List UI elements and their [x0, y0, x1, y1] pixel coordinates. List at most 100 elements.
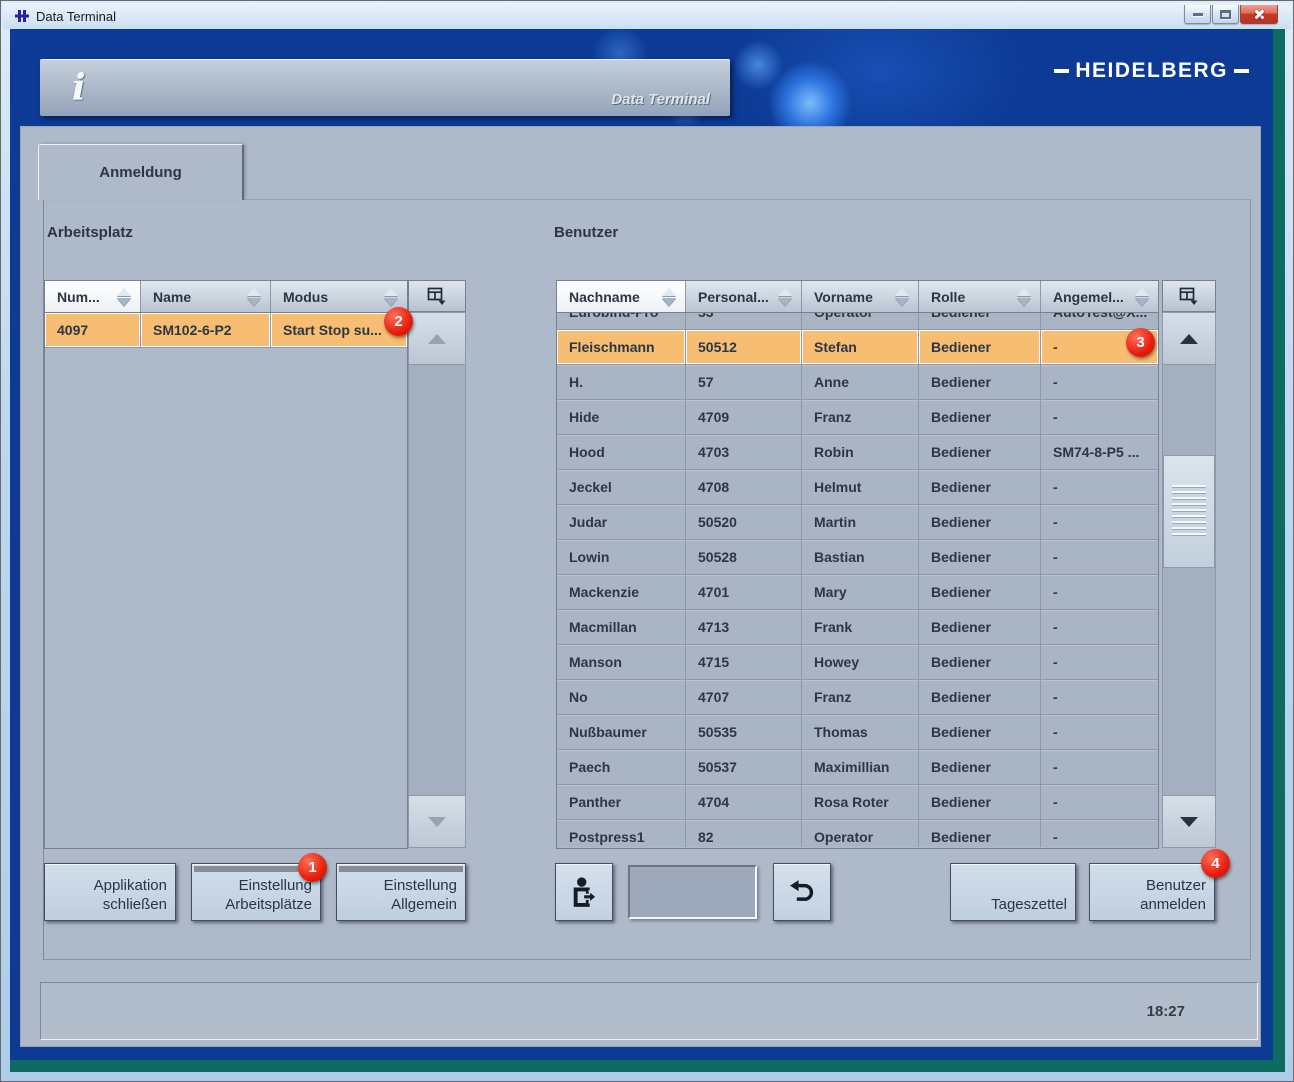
undo-button[interactable] [773, 863, 831, 921]
sort-icon [384, 288, 398, 306]
cell: Howey [802, 645, 919, 680]
scroll-down-button[interactable] [1162, 795, 1216, 848]
arrow-down-icon [428, 817, 446, 827]
cell: - [1041, 820, 1158, 847]
cell: Bediener [919, 435, 1041, 470]
notification-badge-3: 3 [1126, 328, 1155, 357]
table-row[interactable]: Mackenzie4701MaryBediener- [557, 575, 1158, 610]
user-logout-icon [568, 876, 600, 908]
heidelberg-h-icon [15, 9, 29, 23]
cell: - [1041, 365, 1158, 400]
cell: Helmut [802, 470, 919, 505]
close-button[interactable] [1240, 5, 1278, 24]
cell: 57 [686, 365, 802, 400]
column-chooser-button[interactable] [1162, 280, 1216, 312]
cell: - [1041, 470, 1158, 505]
cell: - [1041, 610, 1158, 645]
sort-icon [778, 288, 792, 306]
cell: 4707 [686, 680, 802, 715]
cell: Hide [557, 400, 686, 435]
column-header[interactable]: Num... [45, 281, 141, 312]
benutzer-anmelden-button[interactable]: Benutzer anmelden [1089, 863, 1215, 921]
table-row[interactable]: Macmillan4713FrankBediener- [557, 610, 1158, 645]
cell: Bediener [919, 505, 1041, 540]
app-header: i Data Terminal HEIDELBERG [10, 29, 1273, 126]
close-icon [1253, 9, 1266, 20]
cell: Bediener [919, 365, 1041, 400]
user-logout-button[interactable] [555, 863, 613, 921]
table-row[interactable]: Panther4704Rosa RoterBediener- [557, 785, 1158, 820]
cell: 82 [686, 820, 802, 847]
arrow-down-icon [1180, 817, 1198, 827]
cell: Judar [557, 505, 686, 540]
cell: Rosa Roter [802, 785, 919, 820]
table-row[interactable]: Jeckel4708HelmutBediener- [557, 470, 1158, 505]
column-chooser-icon [426, 286, 448, 306]
applikation-schliessen-button[interactable]: Applikation schließen [44, 863, 176, 921]
benutzer-label: Benutzer [554, 224, 618, 241]
table-row[interactable]: Lowin50528BastianBediener- [557, 540, 1158, 575]
cell: Frank [802, 610, 919, 645]
table-row[interactable]: Judar50520MartinBediener- [557, 505, 1158, 540]
column-header[interactable]: Vorname [802, 281, 919, 312]
column-header[interactable]: Modus [271, 281, 407, 312]
table-row[interactable]: Eurobind-Pro53OperatorBedienerAutoTest@X… [557, 313, 1158, 330]
column-header-label: Personal... [698, 289, 778, 305]
window-title: Data Terminal [36, 9, 116, 24]
table-row[interactable]: Postpress182OperatorBediener- [557, 820, 1158, 847]
tab-anmeldung[interactable]: Anmeldung [38, 144, 244, 200]
table-row[interactable]: Hood4703RobinBedienerSM74-8-P5 ... [557, 435, 1158, 470]
table-row[interactable]: No4707FranzBediener- [557, 680, 1158, 715]
undo-icon [787, 877, 817, 907]
sort-icon [1135, 288, 1149, 306]
arbeitsplatz-label: Arbeitsplatz [47, 224, 133, 241]
scroll-thumb[interactable] [1163, 455, 1215, 568]
cell: - [1041, 680, 1158, 715]
cell: Operator [802, 820, 919, 847]
scroll-up-button [408, 312, 466, 365]
cell: Bediener [919, 540, 1041, 575]
scroll-up-button[interactable] [1162, 312, 1216, 365]
sort-icon [247, 288, 261, 306]
table-row[interactable]: Hide4709FranzBediener- [557, 400, 1158, 435]
heidelberg-logo: HEIDELBERG [1054, 59, 1249, 83]
cell: - [1041, 540, 1158, 575]
notification-badge-1: 1 [298, 853, 327, 882]
cell: H. [557, 365, 686, 400]
scroll-track[interactable] [1162, 365, 1216, 795]
column-header[interactable]: Angemel... [1041, 281, 1158, 312]
column-header[interactable]: Personal... [686, 281, 802, 312]
table-row[interactable]: Manson4715HoweyBediener- [557, 645, 1158, 680]
cell: Franz [802, 400, 919, 435]
cell: Stefan [802, 330, 919, 365]
cell: Bediener [919, 313, 1041, 330]
column-chooser-button[interactable] [408, 280, 466, 312]
table-row[interactable]: Paech50537MaximillianBediener- [557, 750, 1158, 785]
info-banner: i Data Terminal [40, 59, 730, 116]
sort-icon [895, 288, 909, 306]
cell: - [1041, 505, 1158, 540]
table-row[interactable]: 4097SM102-6-P2Start Stop su... [45, 313, 407, 348]
cell: 50528 [686, 540, 802, 575]
benutzer-table: Nachname Personal... VornameRolleAngemel..… [556, 280, 1216, 849]
einstellung-allgemein-button[interactable]: Einstellung Allgemein [336, 863, 466, 921]
column-header[interactable]: Rolle [919, 281, 1041, 312]
cell: Macmillan [557, 610, 686, 645]
table-row[interactable]: Fleischmann50512StefanBediener- [557, 330, 1158, 365]
column-header[interactable]: Nachname [557, 281, 686, 312]
cell: 4701 [686, 575, 802, 610]
minimize-button[interactable] [1184, 5, 1211, 24]
cell: 50535 [686, 715, 802, 750]
table-row[interactable]: Nußbaumer50535ThomasBediener- [557, 715, 1158, 750]
column-chooser-icon [1178, 286, 1200, 306]
banner-title: Data Terminal [611, 91, 710, 116]
table-header: Num...NameModus [45, 281, 407, 313]
cell: 50537 [686, 750, 802, 785]
cell: Lowin [557, 540, 686, 575]
table-scrollbar[interactable] [1162, 280, 1216, 848]
column-header-label: Nachname [569, 289, 662, 305]
tageszettel-button[interactable]: Tageszettel [950, 863, 1076, 921]
column-header[interactable]: Name [141, 281, 271, 312]
maximize-button[interactable] [1212, 5, 1239, 24]
table-row[interactable]: H.57AnneBediener- [557, 365, 1158, 400]
